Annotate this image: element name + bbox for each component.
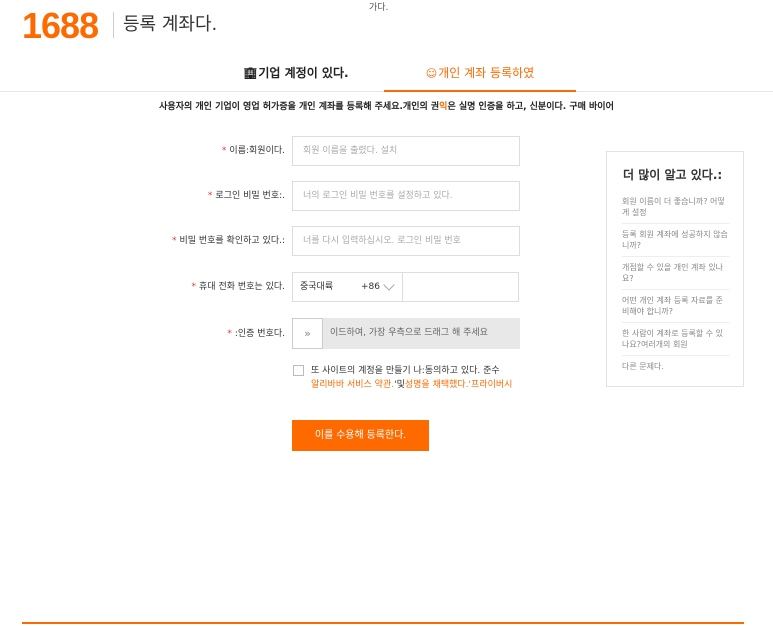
phone-number-input[interactable]	[404, 273, 518, 301]
confirm-password-input[interactable]	[292, 226, 520, 256]
required-mark: *	[191, 282, 197, 292]
phone-label: * 휴대 전화 번호는 있다.	[0, 272, 285, 302]
name-label-text: 이름:회원이다.	[229, 146, 285, 156]
help-title: 더 많이 알고 있다.:	[623, 168, 723, 182]
verify-row: *:인증 번호다.	[0, 319, 285, 349]
confirm-row: * 비밀 번호를 확인하고 있다.:	[0, 226, 285, 256]
required-mark: *	[171, 236, 177, 246]
tab-business-label: 기업 계정이 있다.	[258, 66, 349, 80]
agreement-and: '및	[394, 380, 405, 390]
password-input[interactable]	[292, 181, 520, 211]
help-item[interactable]: 다른 문제다.	[622, 356, 729, 377]
agreement-lead: 또 사이트의 계정을 만들기 나:동의하고 있다. 준수	[311, 366, 500, 376]
help-item[interactable]: 등록 회원 계좌에 성공하지 않습니까?	[622, 224, 729, 257]
help-list: 회원 이름이 더 좋습니까? 어떻게 설정 등록 회원 계좌에 성공하지 않습니…	[622, 191, 729, 377]
required-mark: *	[227, 329, 232, 339]
tab-personal-account[interactable]: ☺개인 계좌 등록하였	[384, 60, 576, 92]
help-item[interactable]: 회원 이름이 더 좋습니까? 어떻게 설정	[622, 191, 729, 224]
building-icon: 🏢︎	[243, 67, 258, 80]
country-name: 중국대륙	[300, 282, 334, 292]
logo-1688[interactable]: 1688	[22, 6, 99, 46]
service-terms-link[interactable]: 알리바바 서비스 약관.	[311, 380, 394, 390]
help-item[interactable]: 한 사람이 계좌로 등록할 수 있나요?여러개의 회원	[622, 323, 729, 356]
top-note: 가다.	[369, 3, 389, 13]
register-page: 1688 등록 계좌다. 가다. 🏢︎기업 계정이 있다. ☺개인 계좌 등록하…	[0, 0, 773, 626]
password-row: * 로그인 비밀 번호:.	[0, 181, 285, 211]
phone-row: * 휴대 전화 번호는 있다.	[0, 272, 285, 302]
registration-notice: 사용자의 개인 기업이 영업 허가증을 개인 계좌를 등록해 주세요.개인의 권…	[0, 99, 773, 112]
phone-label-text: 휴대 전화 번호는 있다.	[199, 282, 285, 292]
member-name-input[interactable]	[292, 136, 520, 166]
help-item[interactable]: 개점할 수 있을 개인 계좌 있나요?	[622, 257, 729, 290]
help-panel: 더 많이 알고 있다.: 회원 이름이 더 좋습니까? 어떻게 설정 등록 회원…	[606, 151, 744, 387]
verify-label-text: :인증 번호다.	[234, 329, 285, 339]
password-label-text: 로그인 비밀 번호:.	[215, 191, 285, 201]
account-type-tabs: 🏢︎기업 계정이 있다. ☺개인 계좌 등록하였	[0, 60, 773, 92]
tab-personal-label: 개인 계좌 등록하였	[438, 66, 535, 80]
person-icon: ☺	[425, 67, 438, 80]
agreement: 또 사이트의 계정을 만들기 나:동의하고 있다. 준수알리바바 서비스 약관.…	[293, 364, 523, 392]
password-label: * 로그인 비밀 번호:.	[0, 181, 285, 211]
country-code: +86	[361, 282, 380, 292]
tab-business-account[interactable]: 🏢︎기업 계정이 있다.	[210, 60, 382, 92]
page-title: 등록 계좌다.	[123, 14, 218, 35]
footer-divider	[22, 622, 744, 624]
slide-verify-text: 이드하여, 가장 우측으로 드래그 해 주세요	[330, 328, 488, 338]
phone-field: 중국대륙 +86	[292, 272, 519, 302]
register-submit-button[interactable]: 이를 수용해 등록한다.	[292, 420, 429, 451]
confirm-label-text: 비밀 번호를 확인하고 있다.:	[179, 236, 285, 246]
privacy-statement-link[interactable]: 성명을 채택했다.'프라이버시	[405, 380, 513, 390]
name-row: * 이름:회원이다.	[0, 136, 285, 166]
verify-label: *:인증 번호다.	[0, 319, 285, 349]
agreement-text: 또 사이트의 계정을 만들기 나:동의하고 있다. 준수알리바바 서비스 약관.…	[293, 364, 523, 392]
required-mark: *	[207, 191, 213, 201]
help-item[interactable]: 어떤 개인 계좌 등록 자료를 준비해야 합니까?	[622, 290, 729, 323]
name-label: * 이름:회원이다.	[0, 136, 285, 166]
agree-checkbox[interactable]	[293, 365, 304, 376]
slide-verify-handle[interactable]: »	[292, 318, 323, 349]
required-mark: *	[221, 146, 227, 156]
notice-text-1: 사용자의 개인 기업이 영업 허가증을 개인 계좌를 등록해 주세요.개인의 권	[159, 102, 440, 112]
notice-text-2: 은 실명 인증을 하고, 신분이다. 구매 바이어	[447, 102, 614, 112]
confirm-label: * 비밀 번호를 확인하고 있다.:	[0, 226, 285, 256]
slide-verify-track: » 이드하여, 가장 우측으로 드래그 해 주세요	[292, 318, 520, 349]
logo-divider	[113, 12, 114, 38]
